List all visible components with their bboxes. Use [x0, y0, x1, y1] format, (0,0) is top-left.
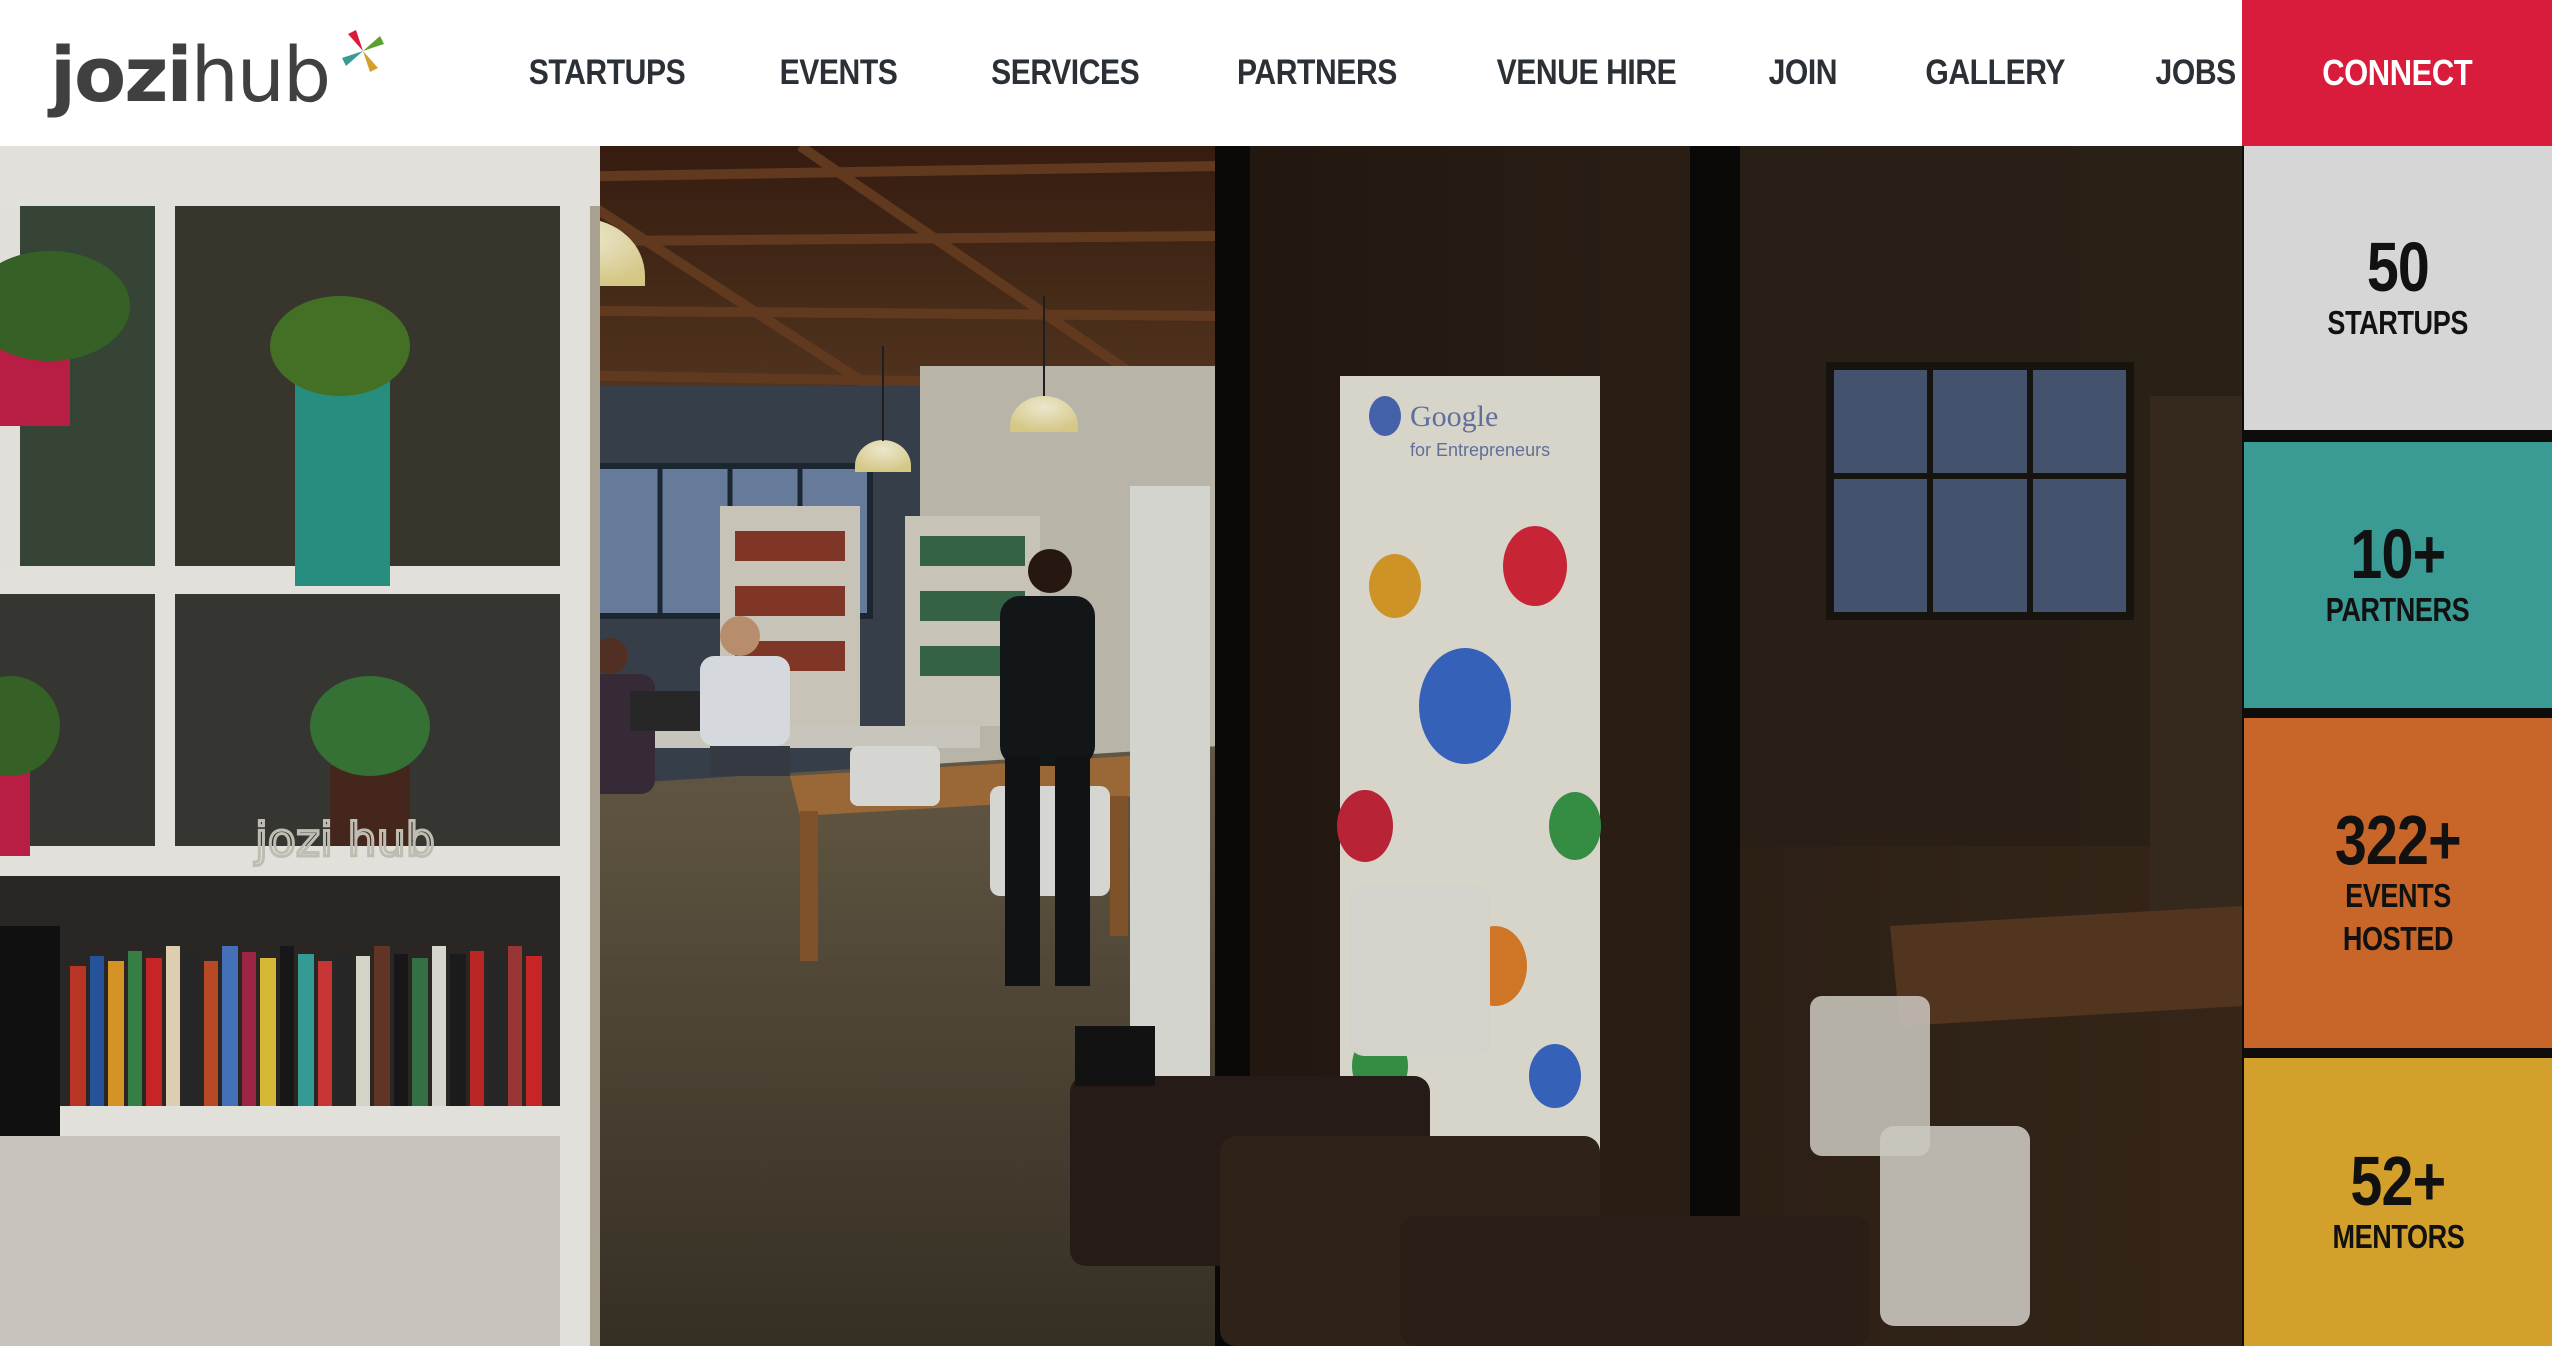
- nav-jobs[interactable]: JOBS: [2155, 53, 2236, 93]
- hero-image: Google for Entrepreneurs jozi hub: [0, 146, 2242, 1346]
- stat-mentors-label: MENTORS: [2332, 1217, 2464, 1255]
- stat-mentors[interactable]: 52+ MENTORS: [2244, 1058, 2552, 1346]
- nav-gallery[interactable]: GALLERY: [1926, 53, 2066, 93]
- stat-mentors-value: 52+: [2350, 1141, 2447, 1220]
- logo-text-hub: hub: [190, 30, 332, 119]
- stat-partners[interactable]: 10+ PARTNERS: [2244, 442, 2552, 708]
- stat-startups[interactable]: 50 STARTUPS: [2244, 146, 2552, 430]
- stat-partners-label: PARTNERS: [2326, 590, 2470, 628]
- nav-services[interactable]: SERVICES: [991, 53, 1140, 93]
- stat-startups-value: 50: [2366, 227, 2430, 306]
- nav-partners[interactable]: PARTNERS: [1237, 53, 1397, 93]
- coworking-space-photo: Google for Entrepreneurs jozi hub: [0, 146, 2242, 1346]
- stat-events-value: 322+: [2334, 801, 2462, 880]
- nav-events[interactable]: EVENTS: [780, 53, 898, 93]
- nav-venue-hire[interactable]: VENUE HIRE: [1496, 53, 1676, 93]
- logo-cross-mark-icon: [342, 30, 384, 72]
- connect-label: CONNECT: [2321, 52, 2473, 93]
- logo-wordmark: jozihub: [50, 37, 331, 113]
- stat-events-hosted[interactable]: 322+ EVENTS HOSTED: [2244, 718, 2552, 1048]
- logo-text-jozi: jozi: [50, 30, 193, 119]
- nav-startups[interactable]: STARTUPS: [529, 53, 686, 93]
- stat-startups-label: STARTUPS: [2327, 303, 2469, 341]
- site-header: jozihub STARTUPS EVENTS SERVICES PARTNER…: [0, 0, 2552, 146]
- stat-partners-value: 10+: [2350, 514, 2447, 593]
- stats-sidebar: 50 STARTUPS 10+ PARTNERS 322+ EVENTS HOS…: [2242, 146, 2552, 1346]
- stat-events-label: EVENTS HOSTED: [2342, 877, 2454, 957]
- main-nav: STARTUPS EVENTS SERVICES PARTNERS VENUE …: [516, 0, 2242, 146]
- connect-button[interactable]: CONNECT: [2242, 0, 2552, 146]
- jozihub-logo[interactable]: jozihub: [50, 20, 390, 130]
- nav-join[interactable]: JOIN: [1768, 53, 1837, 93]
